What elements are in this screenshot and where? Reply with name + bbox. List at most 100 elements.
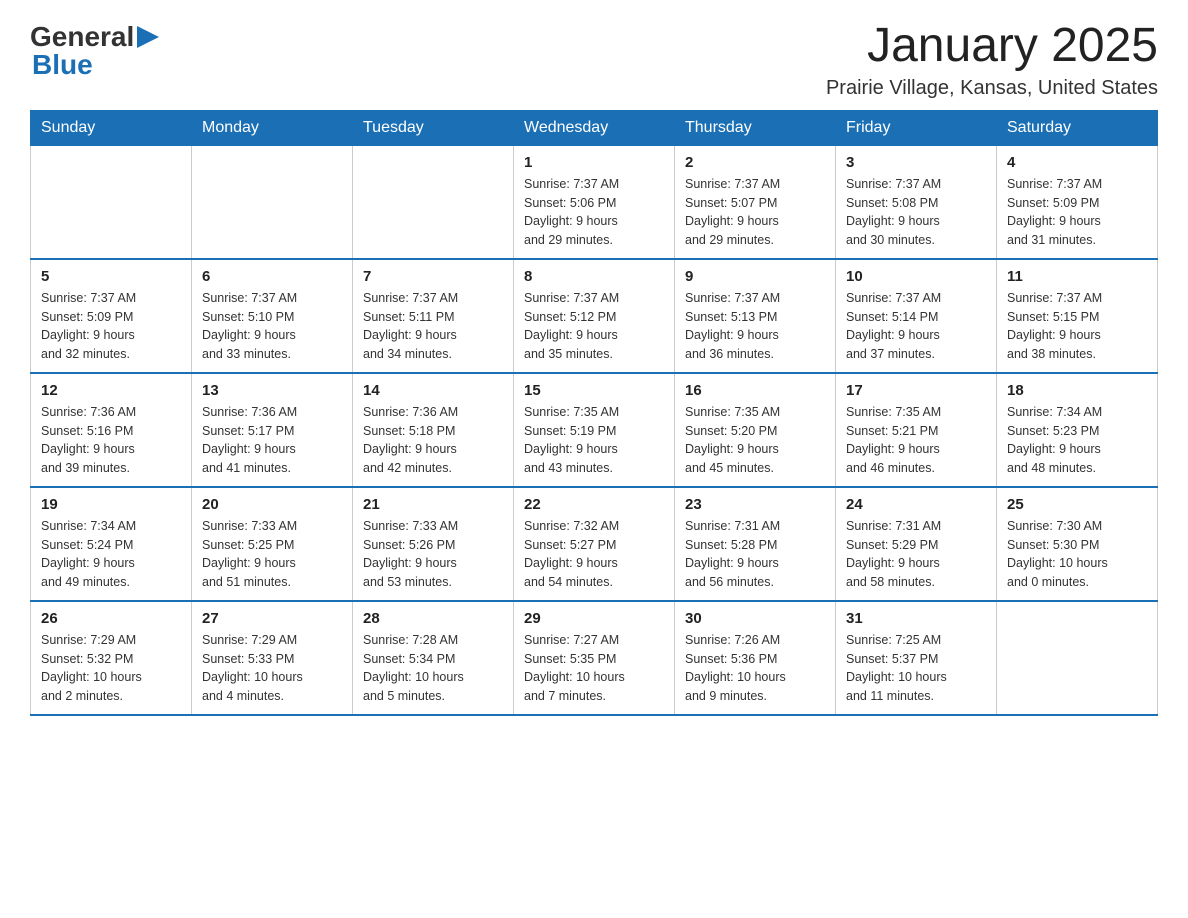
calendar-cell: 23 Sunrise: 7:31 AMSunset: 5:28 PMDayligh… [675,487,836,601]
day-info: Sunrise: 7:37 AMSunset: 5:15 PMDaylight:… [1007,289,1147,364]
header-friday: Friday [836,110,997,145]
day-info: Sunrise: 7:37 AMSunset: 5:07 PMDaylight:… [685,175,825,250]
header-tuesday: Tuesday [353,110,514,145]
calendar-cell: 9Sunrise: 7:37 AMSunset: 5:13 PMDaylight… [675,259,836,373]
day-info: Sunrise: 7:35 AMSunset: 5:20 PMDaylight:… [685,403,825,478]
day-info: Sunrise: 7:37 AMSunset: 5:08 PMDaylight:… [846,175,986,250]
logo-blue: Blue [32,49,93,81]
logo-general: General [30,21,134,53]
calendar-cell: 8Sunrise: 7:37 AMSunset: 5:12 PMDaylight… [514,259,675,373]
day-info: Sunrise: 7:31 AMSunset: 5:29 PMDaylight:… [846,517,986,592]
subtitle: Prairie Village, Kansas, United States [826,77,1158,100]
day-number: 19 [41,496,181,513]
day-info: Sunrise: 7:37 AMSunset: 5:09 PMDaylight:… [41,289,181,364]
calendar-week-row: 5 Sunrise: 7:37 AMSunset: 5:09 PMDaylight… [31,259,1158,373]
day-number: 21 [363,496,503,513]
calendar-cell [353,145,514,259]
calendar-cell: 11 Sunrise: 7:37 AMSunset: 5:15 PMDayligh… [997,259,1158,373]
calendar-cell: 13 Sunrise: 7:36 AMSunset: 5:17 PMDayligh… [192,373,353,487]
day-number: 29 [524,610,664,627]
calendar-week-row: 19 Sunrise: 7:34 AMSunset: 5:24 PMDayligh… [31,487,1158,601]
calendar-header-row: SundayMondayTuesdayWednesdayThursdayFrid… [31,110,1158,145]
calendar-cell: 18 Sunrise: 7:34 AMSunset: 5:23 PMDayligh… [997,373,1158,487]
day-number: 26 [41,610,181,627]
calendar-cell [192,145,353,259]
day-number: 28 [363,610,503,627]
calendar-cell: 16Sunrise: 7:35 AMSunset: 5:20 PMDayligh… [675,373,836,487]
day-number: 8 [524,268,664,285]
calendar-cell: 27Sunrise: 7:29 AMSunset: 5:33 PMDayligh… [192,601,353,715]
calendar-cell: 25 Sunrise: 7:30 AMSunset: 5:30 PMDayligh… [997,487,1158,601]
day-info: Sunrise: 7:34 AMSunset: 5:24 PMDaylight:… [41,517,181,592]
day-info: Sunrise: 7:37 AMSunset: 5:09 PMDaylight:… [1007,175,1147,250]
calendar-cell: 5 Sunrise: 7:37 AMSunset: 5:09 PMDaylight… [31,259,192,373]
day-number: 10 [846,268,986,285]
day-number: 31 [846,610,986,627]
day-info: Sunrise: 7:28 AMSunset: 5:34 PMDaylight:… [363,631,503,706]
day-number: 22 [524,496,664,513]
day-number: 30 [685,610,825,627]
calendar-cell: 17Sunrise: 7:35 AMSunset: 5:21 PMDayligh… [836,373,997,487]
day-info: Sunrise: 7:33 AMSunset: 5:26 PMDaylight:… [363,517,503,592]
day-info: Sunrise: 7:35 AMSunset: 5:21 PMDaylight:… [846,403,986,478]
calendar-cell: 26 Sunrise: 7:29 AMSunset: 5:32 PMDayligh… [31,601,192,715]
calendar-cell: 15 Sunrise: 7:35 AMSunset: 5:19 PMDayligh… [514,373,675,487]
header-saturday: Saturday [997,110,1158,145]
day-number: 14 [363,382,503,399]
calendar-cell: 4 Sunrise: 7:37 AMSunset: 5:09 PMDaylight… [997,145,1158,259]
day-info: Sunrise: 7:32 AMSunset: 5:27 PMDaylight:… [524,517,664,592]
calendar-cell: 24 Sunrise: 7:31 AMSunset: 5:29 PMDayligh… [836,487,997,601]
day-number: 20 [202,496,342,513]
day-number: 23 [685,496,825,513]
calendar-week-row: 26 Sunrise: 7:29 AMSunset: 5:32 PMDayligh… [31,601,1158,715]
day-info: Sunrise: 7:35 AMSunset: 5:19 PMDaylight:… [524,403,664,478]
day-info: Sunrise: 7:37 AMSunset: 5:06 PMDaylight:… [524,175,664,250]
day-info: Sunrise: 7:37 AMSunset: 5:10 PMDaylight:… [202,289,342,364]
day-info: Sunrise: 7:37 AMSunset: 5:14 PMDaylight:… [846,289,986,364]
day-info: Sunrise: 7:29 AMSunset: 5:32 PMDaylight:… [41,631,181,706]
day-number: 2 [685,154,825,171]
day-info: Sunrise: 7:36 AMSunset: 5:16 PMDaylight:… [41,403,181,478]
header-thursday: Thursday [675,110,836,145]
calendar-cell: 14 Sunrise: 7:36 AMSunset: 5:18 PMDayligh… [353,373,514,487]
calendar-cell: 3 Sunrise: 7:37 AMSunset: 5:08 PMDaylight… [836,145,997,259]
calendar-cell: 20 Sunrise: 7:33 AMSunset: 5:25 PMDayligh… [192,487,353,601]
day-info: Sunrise: 7:25 AMSunset: 5:37 PMDaylight:… [846,631,986,706]
calendar-week-row: 12Sunrise: 7:36 AMSunset: 5:16 PMDayligh… [31,373,1158,487]
day-info: Sunrise: 7:30 AMSunset: 5:30 PMDaylight:… [1007,517,1147,592]
day-number: 25 [1007,496,1147,513]
day-info: Sunrise: 7:31 AMSunset: 5:28 PMDaylight:… [685,517,825,592]
day-number: 1 [524,154,664,171]
logo: General Blue [30,20,159,81]
calendar-cell: 22 Sunrise: 7:32 AMSunset: 5:27 PMDayligh… [514,487,675,601]
calendar-cell: 1 Sunrise: 7:37 AMSunset: 5:06 PMDaylight… [514,145,675,259]
calendar-cell: 10 Sunrise: 7:37 AMSunset: 5:14 PMDayligh… [836,259,997,373]
day-number: 6 [202,268,342,285]
calendar-cell: 30 Sunrise: 7:26 AMSunset: 5:36 PMDayligh… [675,601,836,715]
day-info: Sunrise: 7:26 AMSunset: 5:36 PMDaylight:… [685,631,825,706]
day-number: 24 [846,496,986,513]
day-number: 3 [846,154,986,171]
title-block: January 2025 Prairie Village, Kansas, Un… [826,20,1158,100]
header-wednesday: Wednesday [514,110,675,145]
header-monday: Monday [192,110,353,145]
day-info: Sunrise: 7:34 AMSunset: 5:23 PMDaylight:… [1007,403,1147,478]
calendar-cell [997,601,1158,715]
day-info: Sunrise: 7:27 AMSunset: 5:35 PMDaylight:… [524,631,664,706]
day-number: 15 [524,382,664,399]
day-number: 11 [1007,268,1147,285]
calendar-cell: 31 Sunrise: 7:25 AMSunset: 5:37 PMDayligh… [836,601,997,715]
header-sunday: Sunday [31,110,192,145]
calendar-cell: 7Sunrise: 7:37 AMSunset: 5:11 PMDaylight… [353,259,514,373]
calendar-cell: 28 Sunrise: 7:28 AMSunset: 5:34 PMDayligh… [353,601,514,715]
calendar-week-row: 1 Sunrise: 7:37 AMSunset: 5:06 PMDaylight… [31,145,1158,259]
calendar-cell: 19 Sunrise: 7:34 AMSunset: 5:24 PMDayligh… [31,487,192,601]
day-info: Sunrise: 7:33 AMSunset: 5:25 PMDaylight:… [202,517,342,592]
day-info: Sunrise: 7:36 AMSunset: 5:17 PMDaylight:… [202,403,342,478]
day-number: 13 [202,382,342,399]
day-number: 5 [41,268,181,285]
day-number: 18 [1007,382,1147,399]
day-number: 4 [1007,154,1147,171]
calendar-cell: 6 Sunrise: 7:37 AMSunset: 5:10 PMDaylight… [192,259,353,373]
day-info: Sunrise: 7:36 AMSunset: 5:18 PMDaylight:… [363,403,503,478]
